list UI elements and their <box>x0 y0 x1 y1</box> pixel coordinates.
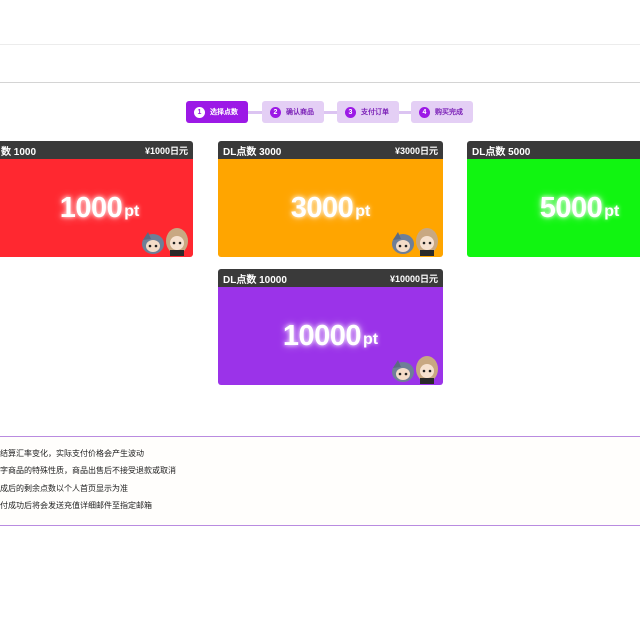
card-price: ¥1000日元 <box>144 145 188 156</box>
card-unit: pt <box>124 203 140 220</box>
note-item: 成后的剩余点数以个人首页显示为准 <box>0 484 128 493</box>
card-amount: 10000 <box>282 319 362 352</box>
card-header: 数 1000 ¥1000日元 <box>0 141 193 159</box>
step-number: 4 <box>419 106 430 118</box>
step-label: 选择点数 <box>210 109 238 116</box>
card-header: DL点数 3000 ¥3000日元 <box>218 141 443 159</box>
point-card-3000[interactable]: DL点数 3000 ¥3000日元 3000 pt <box>218 141 443 257</box>
card-title: DL点数 10000 <box>223 274 287 286</box>
point-card-5000[interactable]: DL点数 5000 5000 pt <box>467 141 640 257</box>
step-number: 2 <box>270 106 281 118</box>
card-header: DL点数 5000 <box>467 141 640 159</box>
step-label: 确认商品 <box>286 109 314 116</box>
card-unit: pt <box>604 203 620 220</box>
card-unit: pt <box>355 203 371 220</box>
mascot-icon <box>142 228 188 256</box>
step-label: 购买完成 <box>435 109 463 116</box>
card-amount: 5000 <box>539 191 603 224</box>
step-label: 支付订单 <box>361 109 389 116</box>
card-price: ¥10000日元 <box>389 273 438 284</box>
header-divider <box>0 44 640 45</box>
point-card-10000[interactable]: DL点数 10000 ¥10000日元 10000 pt <box>218 269 443 385</box>
step-pay-order: 3 支付订单 <box>337 101 399 123</box>
purchase-notes: 结算汇率变化，实际支付价格会产生波动 字商品的特殊性质，商品出售后不接受退款或取… <box>0 436 640 526</box>
card-amount: 1000 <box>59 191 123 224</box>
card-title: DL点数 3000 <box>223 146 282 158</box>
step-confirm-product: 2 确认商品 <box>262 101 324 123</box>
card-title: 数 1000 <box>1 146 37 158</box>
card-price: ¥3000日元 <box>394 145 438 156</box>
card-header: DL点数 10000 ¥10000日元 <box>218 269 443 287</box>
step-purchase-complete: 4 购买完成 <box>411 101 473 123</box>
note-item: 付成功后将会发送充值详细邮件至指定邮箱 <box>0 501 152 510</box>
card-body: 10000 pt <box>218 287 443 385</box>
mascot-icon <box>636 226 640 256</box>
mascot-icon <box>392 356 438 384</box>
note-item: 字商品的特殊性质，商品出售后不接受退款或取消 <box>0 466 176 475</box>
card-title: DL点数 5000 <box>472 146 531 158</box>
purchase-stepper: 1 选择点数 2 确认商品 3 支付订单 4 购买完成 <box>186 101 473 123</box>
card-body: 1000 pt <box>0 159 193 257</box>
step-number: 1 <box>194 106 205 118</box>
card-body: 5000 pt <box>467 159 640 257</box>
card-body: 3000 pt <box>218 159 443 257</box>
note-item: 结算汇率变化，实际支付价格会产生波动 <box>0 449 144 458</box>
card-amount: 3000 <box>290 191 354 224</box>
step-connector <box>246 111 263 114</box>
step-select-points[interactable]: 1 选择点数 <box>186 101 248 123</box>
card-unit: pt <box>363 331 379 348</box>
nav-divider <box>0 82 640 83</box>
page: 1 选择点数 2 确认商品 3 支付订单 4 购买完成 数 1000 ¥1000… <box>0 0 640 640</box>
mascot-icon <box>392 228 438 256</box>
point-card-1000[interactable]: 数 1000 ¥1000日元 1000 pt <box>0 141 193 257</box>
step-number: 3 <box>345 106 356 118</box>
